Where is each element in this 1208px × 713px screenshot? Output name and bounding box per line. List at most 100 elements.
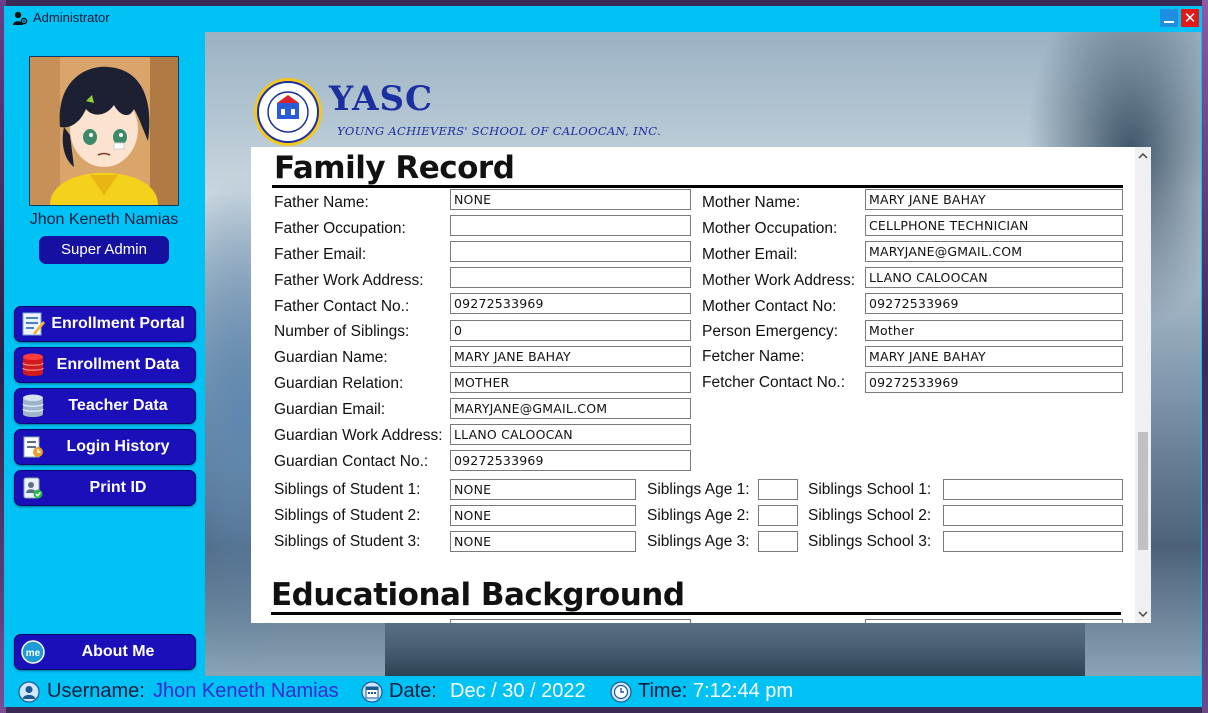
- desktop-background-right: [1202, 0, 1208, 713]
- family-record-heading: Family Record: [274, 150, 515, 186]
- sibling-3-field[interactable]: NONE: [450, 531, 636, 552]
- sibling-age-3-field[interactable]: [758, 531, 798, 552]
- fetcher-contact-field[interactable]: 09272533969: [865, 372, 1123, 393]
- guardian-work-address-field[interactable]: LLANO CALOOCAN: [450, 424, 691, 445]
- educational-background-heading: Educational Background: [271, 577, 685, 613]
- mother-occupation-field[interactable]: CELLPHONE TECHNICIAN: [865, 215, 1123, 236]
- close-button[interactable]: ✕: [1181, 9, 1199, 27]
- father-occupation-label: Father Occupation:: [274, 220, 406, 237]
- person-emergency-label: Person Emergency:: [702, 323, 839, 340]
- brand-subtitle: YOUNG ACHIEVERS' SCHOOL OF CALOOCAN, INC…: [337, 124, 661, 138]
- guardian-email-label: Guardian Email:: [274, 401, 386, 418]
- guardian-relation-field[interactable]: MOTHER: [450, 372, 691, 393]
- scroll-up-icon[interactable]: [1135, 147, 1151, 165]
- sibling-school-1-label: Siblings School 1:: [808, 481, 932, 498]
- guardian-relation-label: Guardian Relation:: [274, 375, 404, 392]
- mother-name-label: Mother Name:: [702, 194, 801, 211]
- person-emergency-field[interactable]: Mother: [865, 320, 1123, 341]
- fetcher-contact-label: Fetcher Contact No.:: [702, 374, 846, 391]
- status-bar: Username: Jhon Keneth Namias Date: Dec /…: [4, 677, 1202, 707]
- sibling-age-3-label: Siblings Age 3:: [647, 533, 750, 550]
- father-occupation-field[interactable]: [450, 215, 691, 236]
- username-value: Jhon Keneth Namias: [153, 680, 339, 702]
- education-field[interactable]: [865, 619, 1123, 623]
- guardian-work-address-label: Guardian Work Address:: [274, 427, 443, 444]
- vertical-scrollbar[interactable]: [1135, 147, 1151, 623]
- guardian-contact-label: Guardian Contact No.:: [274, 453, 429, 470]
- nav-enrollment-data-label: Enrollment Data: [56, 356, 180, 373]
- time-value: 7:12:44 pm: [693, 680, 794, 702]
- student-form-scroll-area[interactable]: Family Record Father Name: NONE Father O…: [251, 147, 1151, 623]
- username-label: Username:: [47, 680, 145, 702]
- mother-contact-field[interactable]: 09272533969: [865, 293, 1123, 314]
- scroll-down-icon[interactable]: [1135, 605, 1151, 623]
- sibling-age-2-label: Siblings Age 2:: [647, 507, 750, 524]
- sibling-school-3-field[interactable]: [943, 531, 1123, 552]
- mother-contact-label: Mother Contact No:: [702, 298, 837, 315]
- avatar: [29, 56, 179, 206]
- father-name-field[interactable]: NONE: [450, 189, 691, 210]
- sibling-school-3-label: Siblings School 3:: [808, 533, 932, 550]
- minimize-button[interactable]: [1160, 9, 1178, 27]
- sibling-2-label: Siblings of Student 2:: [274, 507, 421, 524]
- education-field[interactable]: [450, 619, 691, 623]
- guardian-email-field[interactable]: MARYJANE@GMAIL.COM: [450, 398, 691, 419]
- heading-divider: [271, 612, 1121, 615]
- nav-print-id-label: Print ID: [89, 479, 147, 496]
- role-badge: Super Admin: [39, 236, 169, 264]
- sibling-school-2-label: Siblings School 2:: [808, 507, 932, 524]
- sibling-school-2-field[interactable]: [943, 505, 1123, 526]
- number-of-siblings-field[interactable]: 0: [450, 320, 691, 341]
- me-icon-text: me: [26, 648, 41, 659]
- father-work-address-field[interactable]: [450, 267, 691, 288]
- nav-enrollment-portal-button[interactable]: Enrollment Portal: [14, 306, 196, 342]
- guardian-contact-field[interactable]: 09272533969: [450, 450, 691, 471]
- user-icon: [18, 681, 40, 703]
- fetcher-name-field[interactable]: MARY JANE BAHAY: [865, 346, 1123, 367]
- mother-occupation-label: Mother Occupation:: [702, 220, 838, 237]
- date-value: Dec / 30 / 2022: [450, 680, 586, 702]
- mother-work-address-label: Mother Work Address:: [702, 272, 856, 289]
- admin-user-icon: [13, 11, 28, 25]
- mother-name-field[interactable]: MARY JANE BAHAY: [865, 189, 1123, 210]
- clock-icon: [610, 681, 632, 703]
- time-label: Time:: [638, 680, 688, 702]
- title-bar: Administrator ✕: [4, 6, 1202, 30]
- father-contact-label: Father Contact No.:: [274, 298, 410, 315]
- guardian-name-label: Guardian Name:: [274, 349, 388, 366]
- sibling-3-label: Siblings of Student 3:: [274, 533, 421, 550]
- fetcher-name-label: Fetcher Name:: [702, 348, 805, 365]
- father-email-field[interactable]: [450, 241, 691, 262]
- father-contact-field[interactable]: 09272533969: [450, 293, 691, 314]
- number-of-siblings-label: Number of Siblings:: [274, 323, 410, 340]
- user-display-name: Jhon Keneth Namias: [29, 211, 179, 228]
- father-name-label: Father Name:: [274, 194, 369, 211]
- nav-login-history-button[interactable]: Login History: [14, 429, 196, 465]
- about-me-button[interactable]: me About Me: [14, 634, 196, 670]
- sibling-age-2-field[interactable]: [758, 505, 798, 526]
- date-label: Date:: [389, 680, 437, 702]
- father-work-address-label: Father Work Address:: [274, 272, 424, 289]
- school-logo: [254, 78, 322, 146]
- app-window: Administrator ✕ Jhon Keneth Namias Super…: [4, 6, 1202, 707]
- main-content-panel: YASC YOUNG ACHIEVERS' SCHOOL OF CALOOCAN…: [205, 32, 1201, 676]
- sibling-age-1-field[interactable]: [758, 479, 798, 500]
- about-me-label: About Me: [81, 643, 155, 660]
- scrollbar-thumb[interactable]: [1138, 432, 1148, 550]
- sibling-1-field[interactable]: NONE: [450, 479, 636, 500]
- nav-teacher-data-button[interactable]: Teacher Data: [14, 388, 196, 424]
- mother-email-field[interactable]: MARYJANE@GMAIL.COM: [865, 241, 1123, 262]
- nav-enrollment-data-button[interactable]: Enrollment Data: [14, 347, 196, 383]
- mother-work-address-field[interactable]: LLANO CALOOCAN: [865, 267, 1123, 288]
- nav-print-id-button[interactable]: Print ID: [14, 470, 196, 506]
- sibling-2-field[interactable]: NONE: [450, 505, 636, 526]
- guardian-name-field[interactable]: MARY JANE BAHAY: [450, 346, 691, 367]
- father-email-label: Father Email:: [274, 246, 367, 263]
- sibling-1-label: Siblings of Student 1:: [274, 481, 421, 498]
- nav-login-history-label: Login History: [66, 438, 170, 455]
- window-title: Administrator: [33, 10, 110, 25]
- sibling-school-1-field[interactable]: [943, 479, 1123, 500]
- nav-teacher-data-label: Teacher Data: [68, 397, 168, 414]
- calendar-icon: [361, 681, 383, 703]
- mother-email-label: Mother Email:: [702, 246, 798, 263]
